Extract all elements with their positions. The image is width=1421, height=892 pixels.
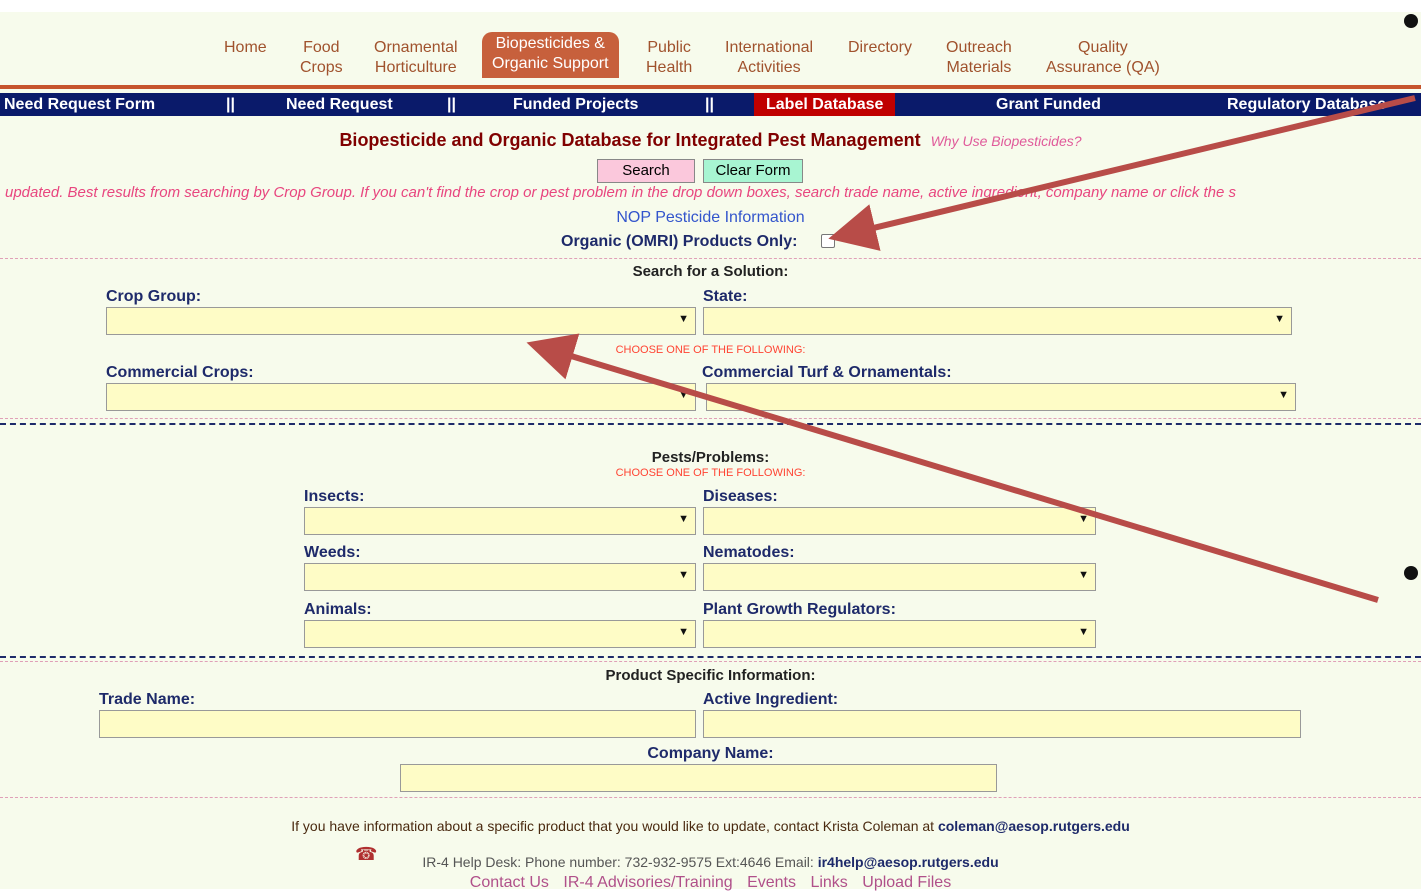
trade-name-input[interactable]: [99, 710, 696, 738]
footer-link-events[interactable]: Events: [747, 874, 796, 891]
company-name-input[interactable]: [400, 764, 997, 792]
nav-biopesticides[interactable]: Biopesticides & Organic Support: [482, 32, 619, 78]
footer-links: Contact Us IR-4 Advisories/Training Even…: [0, 874, 1421, 892]
animals-select[interactable]: ▼: [304, 620, 696, 648]
divider: [0, 423, 1421, 425]
update-info-text: If you have information about a specific…: [291, 818, 935, 834]
subnav-label-database[interactable]: Label Database: [754, 93, 896, 116]
state-select[interactable]: ▼: [703, 307, 1292, 335]
search-button[interactable]: Search: [597, 159, 695, 183]
active-ingredient-input[interactable]: [703, 710, 1301, 738]
pgr-label: Plant Growth Regulators:: [703, 601, 896, 618]
footer-link-links[interactable]: Links: [810, 874, 847, 891]
chevron-down-icon: ▼: [1078, 569, 1089, 581]
divider: [0, 661, 1421, 662]
weeds-select[interactable]: ▼: [304, 563, 696, 591]
help-desk-info: IR-4 Help Desk: Phone number: 732-932-95…: [0, 854, 1421, 870]
crop-group-select[interactable]: ▼: [106, 307, 696, 335]
insects-label: Insects:: [304, 488, 365, 505]
nav-home[interactable]: Home: [224, 38, 267, 58]
active-ingredient-label: Active Ingredient:: [703, 691, 839, 708]
subnav-need-request[interactable]: Need Request: [286, 93, 393, 116]
pgr-select[interactable]: ▼: [703, 620, 1096, 648]
company-name-label: Company Name:: [647, 745, 774, 762]
choose-one-note: CHOOSE ONE OF THE FOLLOWING:: [615, 344, 806, 356]
trade-name-label: Trade Name:: [99, 691, 196, 708]
sub-nav: Need Request Form || Need Request || Fun…: [0, 93, 1421, 116]
nav-ornamental-horticulture[interactable]: Ornamental Horticulture: [374, 38, 458, 78]
update-info: If you have information about a specific…: [0, 818, 1421, 834]
chevron-down-icon: ▼: [678, 513, 689, 525]
subnav-separator: ||: [226, 96, 235, 113]
divider: [0, 797, 1421, 798]
state-label: State:: [703, 288, 748, 305]
pests-heading: Pests/Problems:: [651, 449, 770, 466]
product-info-heading: Product Specific Information:: [605, 667, 816, 684]
choose-one-note: CHOOSE ONE OF THE FOLLOWING:: [615, 467, 806, 479]
chevron-down-icon: ▼: [1078, 626, 1089, 638]
commercial-turf-select[interactable]: ▼: [706, 383, 1296, 411]
divider: [0, 418, 1421, 419]
slide-bullet: [1404, 14, 1418, 28]
divider: [0, 656, 1421, 658]
diseases-select[interactable]: ▼: [703, 507, 1096, 535]
search-solution-heading: Search for a Solution:: [632, 263, 789, 280]
commercial-crops-label: Commercial Crops:: [106, 364, 254, 381]
divider: [0, 258, 1421, 259]
crop-group-label: Crop Group:: [106, 288, 202, 305]
chevron-down-icon: ▼: [678, 313, 689, 325]
subnav-regulatory-database[interactable]: Regulatory Database: [1227, 93, 1386, 116]
nav-food-crops[interactable]: Food Crops: [300, 38, 343, 78]
why-biopesticides-link[interactable]: Why Use Biopesticides?: [931, 133, 1082, 149]
slide-bullet: [1404, 566, 1418, 580]
update-email-link[interactable]: coleman@aesop.rutgers.edu: [938, 818, 1130, 834]
nav-international-activities[interactable]: International Activities: [725, 38, 813, 78]
nav-outreach-materials[interactable]: Outreach Materials: [946, 38, 1012, 78]
commercial-crops-select[interactable]: ▼: [106, 383, 696, 411]
chevron-down-icon: ▼: [678, 389, 689, 401]
subnav-separator: ||: [447, 96, 456, 113]
clear-form-button[interactable]: Clear Form: [703, 159, 803, 183]
nematodes-label: Nematodes:: [703, 544, 795, 561]
footer-link-upload[interactable]: Upload Files: [862, 874, 951, 891]
nop-pesticide-link[interactable]: NOP Pesticide Information: [0, 209, 1421, 227]
subnav-need-request-form[interactable]: Need Request Form: [4, 93, 155, 116]
subnav-funded-projects[interactable]: Funded Projects: [513, 93, 638, 116]
footer-link-advisories[interactable]: IR-4 Advisories/Training: [563, 874, 732, 891]
chevron-down-icon: ▼: [1078, 513, 1089, 525]
animals-label: Animals:: [304, 601, 372, 618]
page-title-text: Biopesticide and Organic Database for In…: [339, 130, 921, 150]
weeds-label: Weeds:: [304, 544, 361, 561]
chevron-down-icon: ▼: [1278, 389, 1289, 401]
nematodes-select[interactable]: ▼: [703, 563, 1096, 591]
chevron-down-icon: ▼: [678, 626, 689, 638]
subnav-grant-funded[interactable]: Grant Funded: [996, 93, 1101, 116]
commercial-turf-label: Commercial Turf & Ornamentals:: [702, 364, 952, 381]
footer-link-contact[interactable]: Contact Us: [470, 874, 549, 891]
nav-directory[interactable]: Directory: [848, 38, 912, 58]
page: Home Food Crops Ornamental Horticulture …: [0, 12, 1421, 892]
nav-quality-assurance[interactable]: Quality Assurance (QA): [1046, 38, 1160, 78]
help-email-link[interactable]: ir4help@aesop.rutgers.edu: [818, 854, 999, 870]
page-title: Biopesticide and Organic Database for In…: [0, 130, 1421, 151]
chevron-down-icon: ▼: [1274, 313, 1285, 325]
nav-divider: [0, 85, 1421, 89]
organic-label: Organic (OMRI) Products Only:: [561, 233, 798, 250]
search-notice: updated. Best results from searching by …: [5, 184, 1237, 201]
nav-public-health[interactable]: Public Health: [646, 38, 692, 78]
diseases-label: Diseases:: [703, 488, 778, 505]
top-nav: Home Food Crops Ornamental Horticulture …: [0, 12, 1421, 86]
organic-checkbox[interactable]: [821, 234, 835, 248]
insects-select[interactable]: ▼: [304, 507, 696, 535]
chevron-down-icon: ▼: [678, 569, 689, 581]
subnav-separator: ||: [705, 96, 714, 113]
help-desk-text: IR-4 Help Desk: Phone number: 732-932-95…: [422, 854, 814, 870]
